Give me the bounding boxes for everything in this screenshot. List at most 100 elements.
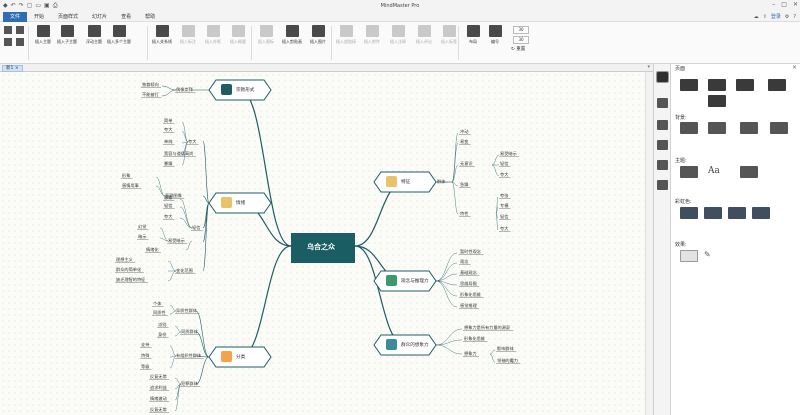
topic-leaf[interactable]: 形象化思维	[464, 336, 485, 341]
outline-icon[interactable]	[657, 160, 668, 170]
topic-leaf[interactable]: 夸大	[500, 172, 508, 177]
topic-leaf[interactable]: 等级	[141, 364, 149, 369]
topic-leaf[interactable]: 同质性	[153, 310, 166, 315]
theme-icon[interactable]	[680, 166, 698, 178]
topic-leaf[interactable]: 基础观念	[460, 270, 477, 275]
effect-label: 效果:	[675, 242, 687, 248]
topic-leaf[interactable]: 夸大	[188, 139, 196, 144]
network-icon	[386, 275, 397, 286]
mindmaster-window: ◆ ↶ ↷ ▢ ▭ ▣ ⎙ MindMaster Pro – □ ✕ 文件 开始…	[0, 0, 800, 415]
layout-list-icon[interactable]	[768, 79, 786, 91]
theme-color-icon[interactable]	[740, 166, 758, 178]
page-format-icon[interactable]	[656, 71, 669, 83]
connector-line	[161, 85, 177, 91]
character-label: 特征	[401, 180, 411, 185]
topic-leaf[interactable]: 想象	[164, 195, 172, 200]
topic-leaf[interactable]: 群众的简单化	[116, 267, 141, 272]
topic-leaf[interactable]: 感觉推理	[460, 303, 477, 308]
topic-leaf[interactable]: 情绪激动	[150, 396, 167, 401]
connector-line	[167, 270, 177, 282]
style-icon[interactable]	[657, 98, 668, 108]
topic-leaf[interactable]: 想象力是所有力量的源泉	[464, 325, 510, 330]
topic-leaf[interactable]: 身份	[158, 332, 166, 337]
connector-line	[489, 349, 496, 355]
topic-leaf[interactable]: 暂时性观念	[460, 249, 481, 254]
topic-leaf[interactable]: 不能被打	[142, 92, 159, 97]
topic-leaf[interactable]: 宽容与道德高尚	[164, 151, 193, 156]
topic-leaf[interactable]: 暗示	[138, 234, 146, 239]
topic-leaf[interactable]: 形象化思维	[460, 292, 481, 297]
topic-leaf[interactable]: 反复无常	[150, 407, 167, 412]
topic-leaf[interactable]: 同质群体	[181, 329, 198, 334]
topic-leaf[interactable]: 无意识	[460, 161, 473, 166]
panel-close-icon[interactable]: ×	[792, 64, 797, 71]
topic-leaf[interactable]: 轻信	[164, 203, 172, 208]
topic-leaf[interactable]: 变化范围	[176, 268, 193, 273]
topic-leaf[interactable]: 思维局限	[460, 281, 477, 286]
connector-line	[161, 89, 177, 97]
background-image-icon[interactable]	[740, 122, 758, 134]
layout-map-icon[interactable]	[680, 79, 698, 91]
color-scheme-2-icon[interactable]	[704, 207, 722, 219]
layout-fish-icon[interactable]	[708, 95, 726, 107]
topic-leaf[interactable]: 特殊	[141, 353, 149, 358]
topic-leaf[interactable]: 特性	[460, 211, 468, 216]
topic-leaf[interactable]: 想象力	[464, 351, 477, 356]
topic-leaf[interactable]: 易受暗示	[168, 238, 185, 243]
topic-leaf[interactable]: 暴躁	[164, 161, 172, 166]
layout-tree-icon[interactable]	[708, 79, 726, 91]
topic-leaf[interactable]: 幻觉	[138, 224, 146, 229]
topic-leaf[interactable]: 影响群体	[497, 346, 514, 351]
font-icon[interactable]: Aa	[708, 166, 726, 178]
topic-leaf[interactable]: 犯罪群体	[181, 381, 198, 386]
home-icon[interactable]	[657, 120, 668, 130]
topic-leaf[interactable]: 专横	[500, 203, 508, 208]
topic-leaf[interactable]: 有组织性群体	[176, 353, 201, 358]
color-scheme-3-icon[interactable]	[728, 207, 746, 219]
connector-line	[239, 245, 292, 358]
topic-leaf[interactable]: 支持	[141, 342, 149, 347]
topic-leaf[interactable]: 追求利益	[150, 385, 167, 390]
topic-leaf[interactable]: 轻信	[500, 161, 508, 166]
topic-leaf[interactable]: 冲动	[460, 129, 468, 134]
properties-panel: 页面 × 背景: 主题: Aa 彩虹色: 效果: ✎	[671, 64, 800, 415]
topic-leaf[interactable]: 偶像崇拜	[176, 87, 193, 92]
clipart-icon[interactable]	[657, 140, 668, 150]
topic-leaf[interactable]: 情绪化	[146, 247, 159, 252]
hand-drawn-icon[interactable]	[680, 250, 698, 262]
topic-leaf[interactable]: 易变	[460, 139, 468, 144]
topic-leaf[interactable]: 轻信	[192, 225, 200, 230]
comment-icon[interactable]	[657, 180, 668, 190]
topic-leaf[interactable]: 形象	[122, 173, 130, 178]
connector-line	[174, 383, 182, 412]
topic-leaf[interactable]: 简单	[164, 118, 172, 123]
topic-leaf[interactable]: 缺乏理智的特征	[116, 277, 145, 282]
layout-flow-icon[interactable]	[736, 79, 754, 91]
topic-leaf[interactable]: 观念	[460, 259, 468, 264]
topic-leaf[interactable]: 夸大	[164, 127, 172, 132]
topic-leaf[interactable]: 单纯	[164, 139, 172, 144]
watermark-icon[interactable]	[770, 122, 788, 134]
topic-leaf[interactable]: 感情用事	[122, 183, 139, 188]
shadow-effect-icon[interactable]: ✎	[704, 250, 722, 262]
topic-leaf[interactable]: 急躁	[460, 182, 468, 187]
color-scheme-1-icon[interactable]	[680, 207, 698, 219]
background-none-icon[interactable]	[680, 122, 698, 134]
topic-leaf[interactable]: 理想主义	[116, 257, 133, 262]
topic-leaf[interactable]: 异质性群体	[176, 308, 197, 313]
topic-leaf[interactable]: 派别	[158, 322, 166, 327]
topic-leaf[interactable]: 夸张	[500, 193, 508, 198]
cross-icon	[221, 84, 232, 95]
topic-leaf[interactable]: 群体	[437, 179, 445, 184]
connector-line	[435, 344, 463, 355]
topic-leaf[interactable]: 个体	[153, 301, 161, 306]
topic-leaf[interactable]: 领袖的魔力	[497, 358, 518, 363]
topic-leaf[interactable]: 反复无常	[150, 374, 167, 379]
topic-leaf[interactable]: 独裁倾向	[142, 82, 159, 87]
color-scheme-4-icon[interactable]	[752, 207, 770, 219]
topic-leaf[interactable]: 夸大	[500, 226, 508, 231]
background-color-icon[interactable]	[708, 122, 726, 134]
topic-leaf[interactable]: 易受暗示	[500, 151, 517, 156]
topic-leaf[interactable]: 夸大	[164, 214, 172, 219]
topic-leaf[interactable]: 轻信	[500, 214, 508, 219]
